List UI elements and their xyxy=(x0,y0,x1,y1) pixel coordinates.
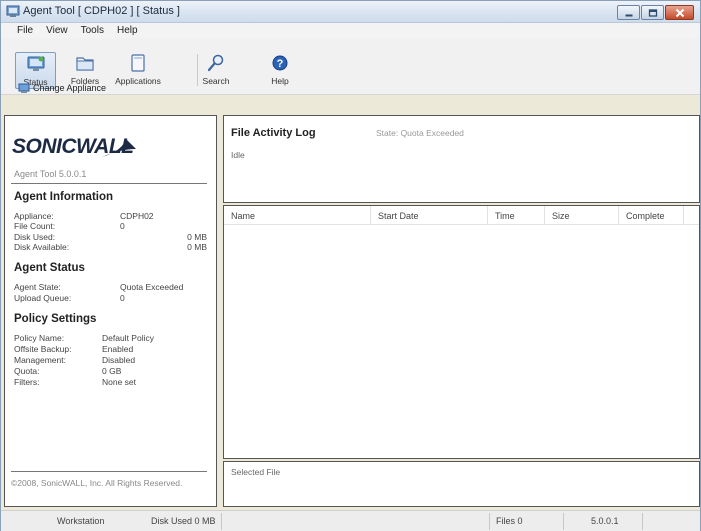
divider xyxy=(11,183,207,184)
status-divider xyxy=(489,513,490,530)
help-label: Help xyxy=(271,76,289,86)
status-files: Files 0 xyxy=(496,516,523,526)
menu-tools[interactable]: Tools xyxy=(81,25,104,36)
agent-info-panel: SONICWALL Agent Tool 5.0.0.1 Agent Infor… xyxy=(4,115,217,507)
minimize-button[interactable] xyxy=(617,5,640,20)
agent-status-title: Agent Status xyxy=(14,262,85,274)
maximize-icon xyxy=(648,8,657,17)
info-value: None set xyxy=(102,377,137,387)
info-key: Filters: xyxy=(14,377,40,387)
status-divider xyxy=(642,513,643,530)
app-window: Agent Tool [ CDPH02 ] [ Status ] File Vi… xyxy=(0,0,701,531)
status-bar: Workstation Disk Used 0 MB Files 0 5.0.0… xyxy=(1,510,700,531)
maximize-button[interactable] xyxy=(641,5,664,20)
change-appliance-button[interactable]: Change Appliance xyxy=(18,82,106,94)
info-key: Disk Used: xyxy=(14,232,56,242)
activity-state: State: Quota Exceeded xyxy=(376,128,464,138)
info-value: Quota Exceeded xyxy=(120,282,184,292)
policy-row-management: Management: Disabled xyxy=(14,355,207,365)
info-value: Enabled xyxy=(102,344,134,354)
info-row-disk-available: Disk Available: 0 MB xyxy=(14,242,207,252)
status-row-agent-state: Agent State: Quota Exceeded xyxy=(14,282,207,292)
minimize-icon xyxy=(625,14,632,16)
folder-icon xyxy=(76,57,94,71)
change-appliance-label: Change Appliance xyxy=(33,83,107,93)
menu-bar: File View Tools Help xyxy=(1,23,700,38)
info-value: 0 MB xyxy=(187,232,207,242)
search-button[interactable]: Search xyxy=(198,52,234,89)
menu-view[interactable]: View xyxy=(46,25,68,36)
info-key: Quota: xyxy=(14,366,40,376)
info-row-file-count: File Count: 0 xyxy=(14,221,207,231)
help-button[interactable]: ? Help xyxy=(265,52,295,89)
info-value: Default Policy xyxy=(102,333,154,343)
selected-file-panel: Selected File xyxy=(223,461,700,507)
policy-row-name: Policy Name: Default Policy xyxy=(14,333,207,343)
info-row-disk-used: Disk Used: 0 MB xyxy=(14,232,207,242)
column-header-time[interactable]: Time xyxy=(488,206,545,225)
logo-swoosh-icon xyxy=(102,139,136,157)
app-icon xyxy=(6,5,20,17)
status-divider xyxy=(563,513,564,530)
search-icon xyxy=(207,54,224,72)
status-workstation: Workstation xyxy=(57,516,105,526)
info-key: File Count: xyxy=(14,221,56,231)
column-header-start-date[interactable]: Start Date xyxy=(371,206,488,225)
menu-file[interactable]: File xyxy=(17,25,33,36)
divider xyxy=(11,471,207,472)
close-button[interactable] xyxy=(665,5,694,20)
info-row-appliance: Appliance: CDPH02 xyxy=(14,211,207,221)
applications-label: Applications xyxy=(115,76,161,86)
agent-version: Agent Tool 5.0.0.1 xyxy=(14,169,87,179)
applications-button[interactable]: Applications xyxy=(112,52,164,89)
info-value: 0 xyxy=(120,221,125,231)
policy-row-filters: Filters: None set xyxy=(14,377,207,387)
info-value: CDPH02 xyxy=(120,211,154,221)
info-value: Disabled xyxy=(102,355,136,365)
column-header-name[interactable]: Name xyxy=(224,206,371,225)
selected-file-label: Selected File xyxy=(231,467,281,477)
file-list[interactable]: Name Start Date Time Size Complete xyxy=(223,205,700,459)
info-key: Appliance: xyxy=(14,211,54,221)
window-controls xyxy=(616,5,694,20)
title-bar[interactable]: Agent Tool [ CDPH02 ] [ Status ] xyxy=(1,1,700,23)
svg-text:?: ? xyxy=(277,58,284,70)
info-key: Management: xyxy=(14,355,66,365)
appliance-icon xyxy=(18,83,30,93)
status-icon xyxy=(27,56,44,71)
agent-information-title: Agent Information xyxy=(14,191,114,203)
copyright-text: ©2008, SonicWALL, Inc. All Rights Reserv… xyxy=(11,478,183,488)
status-row-upload-queue: Upload Queue: 0 xyxy=(14,293,207,303)
info-key: Offsite Backup: xyxy=(14,344,72,354)
applications-icon xyxy=(131,54,145,72)
info-value: 0 GB xyxy=(102,366,122,376)
file-activity-panel: File Activity Log State: Quota Exceeded … xyxy=(223,115,700,203)
window-title: Agent Tool [ CDPH02 ] [ Status ] xyxy=(23,5,180,17)
policy-row-offsite-backup: Offsite Backup: Enabled xyxy=(14,344,207,354)
policy-settings-title: Policy Settings xyxy=(14,313,97,325)
close-icon xyxy=(675,8,684,17)
info-key: Upload Queue: xyxy=(14,293,72,303)
menu-help[interactable]: Help xyxy=(117,25,138,36)
search-label: Search xyxy=(202,76,230,86)
status-version: 5.0.0.1 xyxy=(591,516,619,526)
status-disk-used: Disk Used 0 MB xyxy=(151,516,216,526)
file-list-header: Name Start Date Time Size Complete xyxy=(224,206,699,225)
column-header-size[interactable]: Size xyxy=(545,206,619,225)
activity-message: Idle xyxy=(231,150,245,160)
help-icon: ? xyxy=(272,55,288,71)
info-key: Agent State: xyxy=(14,282,61,292)
info-key: Policy Name: xyxy=(14,333,65,343)
info-value: 0 MB xyxy=(187,242,207,252)
activity-title: File Activity Log xyxy=(231,127,316,139)
sonicwall-logo: SONICWALL xyxy=(12,135,136,161)
info-value: 0 xyxy=(120,293,125,303)
policy-row-quota: Quota: 0 GB xyxy=(14,366,207,376)
status-divider xyxy=(221,513,222,530)
column-header-complete[interactable]: Complete xyxy=(619,206,684,225)
info-key: Disk Available: xyxy=(14,242,70,252)
